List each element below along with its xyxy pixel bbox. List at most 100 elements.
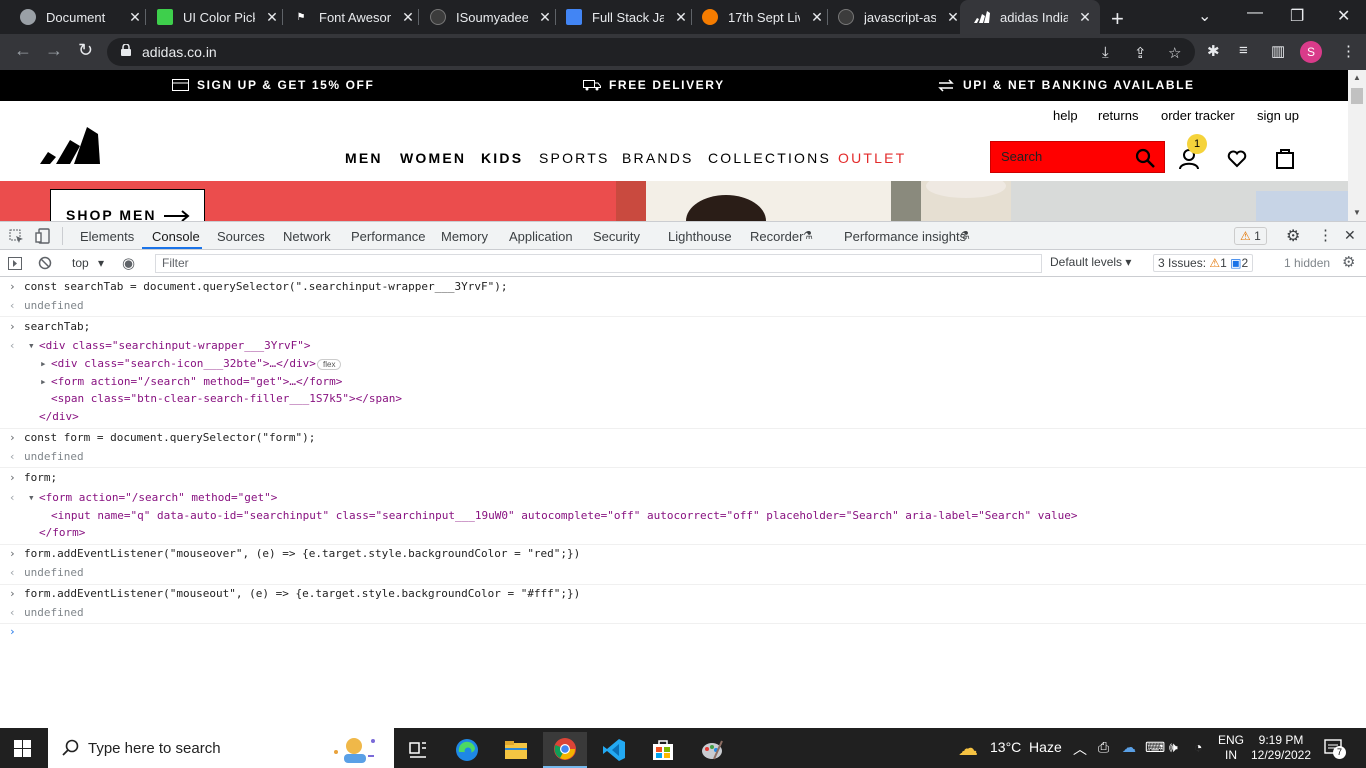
tab-application[interactable]: Application [509,229,573,244]
back-icon[interactable]: ← [14,40,32,61]
forward-icon[interactable]: → [45,40,63,61]
restore-icon[interactable]: ❐ [1290,6,1304,26]
console-filter-input[interactable]: Filter [155,254,1042,273]
paint-icon[interactable] [690,732,734,768]
console-settings-gear-icon[interactable]: ⚙ [1342,253,1355,271]
nav-women[interactable]: WOMEN [400,150,466,166]
wishlist-heart-icon[interactable] [1227,150,1247,168]
dom-node[interactable]: <input name="q" data-auto-id="searchinpu… [51,509,1078,522]
log-levels-dropdown[interactable]: Default levels ▾ [1050,255,1131,269]
address-bar[interactable]: adidas.co.in ⤓ ⇪ ☆ [107,38,1195,66]
share-icon[interactable]: ⇪ [1134,44,1147,62]
microsoft-store-icon[interactable] [641,732,685,768]
nav-collections[interactable]: COLLECTIONS [708,150,831,166]
meet-now-icon[interactable]: ⎙ [1098,739,1109,756]
show-hidden-icons-chevron-icon[interactable]: ︿ [1073,739,1087,759]
browser-tab[interactable]: Document ✕ [0,0,145,34]
vscode-icon[interactable] [592,732,636,768]
tab-memory[interactable]: Memory [441,229,488,244]
nav-outlet[interactable]: OUTLET [838,150,906,166]
nav-men[interactable]: MEN [345,150,383,166]
dom-node[interactable]: </div> [39,410,79,423]
browser-tab[interactable]: 17th Sept Live ✕ [682,0,827,34]
tab-performance[interactable]: Performance [351,229,425,244]
close-devtools-icon[interactable]: ✕ [1344,227,1356,244]
tab-elements[interactable]: Elements [80,229,134,244]
nav-brands[interactable]: BRANDS [622,150,694,166]
nav-sports[interactable]: SPORTS [539,150,610,166]
browser-tab[interactable]: ISoumyadeep ✕ [410,0,555,34]
close-window-icon[interactable]: ✕ [1337,6,1350,26]
dom-node[interactable]: <div class="search-icon___32bte">…</div> [51,357,316,370]
live-expression-eye-icon[interactable]: ◉ [122,254,135,272]
extensions-icon[interactable]: ✱ [1207,42,1220,60]
more-options-icon[interactable]: ⋮ [1318,226,1333,244]
promo-delivery[interactable]: FREE DELIVERY [583,78,725,92]
language-indicator[interactable]: ENG IN [1218,733,1244,763]
sidebar-toggle-icon[interactable] [8,257,22,270]
tab-performance-insights[interactable]: Performance insights [844,229,966,244]
sign-up-link[interactable]: sign up [1257,108,1299,123]
chrome-menu-icon[interactable]: ⋮ [1341,42,1356,60]
file-explorer-icon[interactable] [494,732,538,768]
nav-kids[interactable]: KIDS [481,150,523,166]
browser-tab[interactable]: ⚑ Font Awesome ✕ [273,0,418,34]
scroll-down-icon[interactable]: ▼ [1353,208,1361,217]
device-toolbar-icon[interactable] [35,228,50,244]
promo-signup[interactable]: SIGN UP & GET 15% OFF [172,78,374,92]
clear-console-icon[interactable] [38,256,52,270]
console-prompt-input[interactable]: › [0,625,1366,645]
chrome-taskbar-icon[interactable] [543,732,587,768]
context-selector[interactable]: top ▾ [65,254,107,273]
notification-center-icon[interactable]: 7 [1324,738,1346,763]
flex-badge[interactable]: flex [317,359,342,370]
tab-sources[interactable]: Sources [217,229,265,244]
close-tab-icon[interactable]: ✕ [946,9,960,26]
browser-tab[interactable]: Full Stack Java ✕ [546,0,691,34]
taskbar-search-box[interactable]: Type here to search [48,728,394,768]
browser-tab[interactable]: UI Color Picker ✕ [137,0,282,34]
dom-node[interactable]: </form> [39,526,85,539]
adidas-logo[interactable] [40,127,100,169]
close-tab-icon[interactable]: ✕ [1078,9,1092,26]
bookmark-star-icon[interactable]: ☆ [1168,44,1181,62]
browser-tab[interactable]: javascript-ass ✕ [818,0,963,34]
reload-icon[interactable]: ↻ [78,40,93,61]
wifi-icon[interactable]: ◔ [1194,739,1202,755]
install-app-icon[interactable]: ⤓ [1102,44,1109,61]
tab-security[interactable]: Security [593,229,640,244]
help-link[interactable]: help [1053,108,1078,123]
dom-node[interactable]: <form action="/search" method="get">…</f… [51,375,342,388]
tab-lighthouse[interactable]: Lighthouse [668,229,732,244]
dom-node[interactable]: <span class="btn-clear-search-filler___1… [51,392,402,405]
scroll-up-icon[interactable]: ▲ [1353,73,1361,82]
issues-badge[interactable]: ⚠ 1 [1234,227,1267,245]
expand-triangle-icon[interactable]: ▾ [28,491,35,504]
tab-network[interactable]: Network [283,229,331,244]
speaker-icon[interactable]: 🕪 [1169,739,1178,756]
promo-banking[interactable]: UPI & NET BANKING AVAILABLE [937,78,1195,92]
scrollbar-thumb[interactable] [1351,88,1363,104]
minimize-icon[interactable]: — [1247,4,1263,22]
settings-gear-icon[interactable]: ⚙ [1286,226,1300,246]
expand-triangle-icon[interactable]: ▾ [28,339,35,352]
tab-recorder[interactable]: Recorder [750,229,803,244]
new-tab-icon[interactable]: + [1111,6,1124,32]
dom-node[interactable]: <form action="/search" method="get"> [39,491,277,504]
collapse-triangle-icon[interactable]: ▸ [40,375,47,388]
search-icon[interactable] [1135,148,1155,168]
returns-link[interactable]: returns [1098,108,1138,123]
edge-browser-icon[interactable] [445,732,489,768]
tab-search-chevron-icon[interactable]: ⌄ [1198,6,1211,26]
page-scrollbar[interactable]: ▲ ▼ [1348,70,1366,221]
tab-console[interactable]: Console [152,229,200,244]
bag-icon[interactable] [1276,147,1294,169]
reading-list-icon[interactable]: ≡ [1239,42,1248,59]
taskbar-clock[interactable]: 9:19 PM 12/29/2022 [1250,733,1312,763]
dom-node[interactable]: <div class="searchinput-wrapper___3YrvF"… [39,339,311,352]
inspect-element-icon[interactable] [9,229,24,244]
site-search-input[interactable]: Search [990,141,1165,173]
shop-men-button[interactable]: SHOP MEN [50,189,205,221]
side-panel-icon[interactable]: ▥ [1271,42,1285,60]
onedrive-cloud-icon[interactable]: ☁ [1122,739,1136,756]
